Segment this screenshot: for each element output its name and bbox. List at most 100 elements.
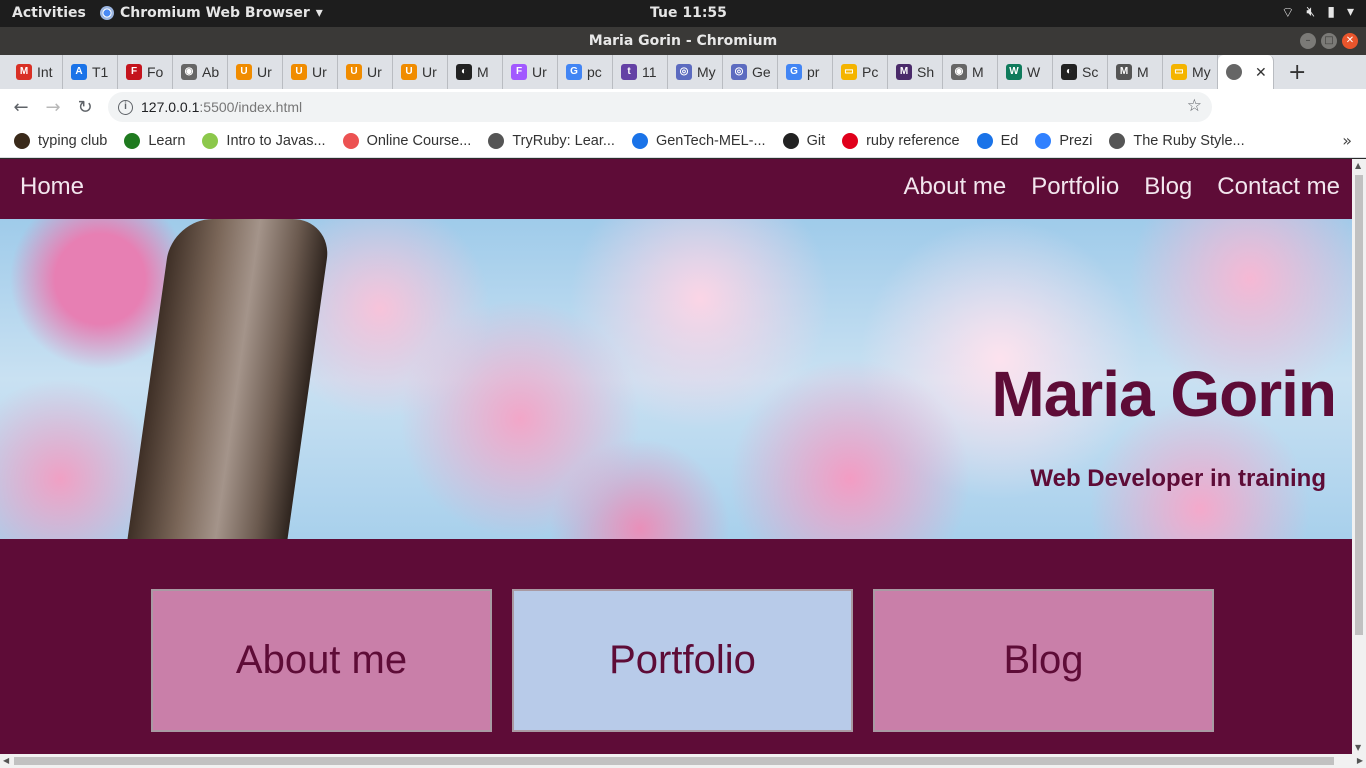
nav-blog-link[interactable]: Blog (1144, 173, 1192, 201)
close-window-icon[interactable]: ✕ (1342, 33, 1358, 49)
tab[interactable]: WW (998, 55, 1053, 89)
tab[interactable]: Gpc (558, 55, 613, 89)
site-info-icon[interactable]: i (118, 99, 133, 115)
udacity-icon: U (291, 64, 307, 80)
tab-label: M (477, 64, 489, 80)
tab[interactable]: A T1 (63, 55, 118, 89)
back-button[interactable]: ← (5, 97, 37, 118)
slides-icon: ▭ (1171, 64, 1187, 80)
tab-label: Int (37, 64, 53, 80)
tab[interactable]: t 11 (613, 55, 668, 89)
new-tab-icon[interactable]: + (1288, 60, 1306, 85)
bookmark-label: Ed (1000, 133, 1019, 149)
app-menu[interactable]: Chromium Web Browser ▾ (100, 5, 323, 21)
bookmark-label: Online Course... (366, 133, 472, 149)
tab[interactable]: ▭ My (1163, 55, 1218, 89)
tab[interactable]: U Ur (338, 55, 393, 89)
tab-strip: M Int A T1 F Fo ◉ Ab U Ur U Ur U Ur U Ur ◐ M F Ur Gpc t 11 ◎ My ◎… (0, 55, 1366, 89)
nav-links: About me Portfolio Blog Contact me (903, 173, 1340, 201)
bookmark-item[interactable]: The Ruby Style... (1109, 133, 1245, 149)
slides-icon: ▭ (841, 64, 857, 80)
chromium-icon (100, 6, 114, 20)
tab[interactable]: M Sh (888, 55, 943, 89)
nav-contact-link[interactable]: Contact me (1217, 173, 1340, 201)
tab[interactable]: ◐ M (448, 55, 503, 89)
tab[interactable]: MM (1108, 55, 1163, 89)
flag-icon: F (126, 64, 142, 80)
scroll-down-icon[interactable]: ▼ (1355, 743, 1361, 752)
browser-toolbar: ← → ↻ i 127.0.0.1:5500/index.html ☆ ✎ ▣ … (0, 89, 1366, 206)
reload-button[interactable]: ↻ (69, 97, 101, 118)
bookmark-label: TryRuby: Lear... (512, 133, 615, 149)
vertical-scroll-thumb[interactable] (1355, 175, 1363, 635)
system-top-bar: Activities Chromium Web Browser ▾ Tue 11… (0, 0, 1366, 27)
globe-icon (488, 133, 505, 149)
app-icon (976, 133, 993, 149)
tab[interactable]: ▭ Pc (833, 55, 888, 89)
tab[interactable]: ◉ M (943, 55, 998, 89)
nav-portfolio-link[interactable]: Portfolio (1031, 173, 1119, 201)
tab[interactable]: U Ur (393, 55, 448, 89)
bookmark-star-icon[interactable]: ☆ (1187, 96, 1202, 116)
tab[interactable]: U Ur (228, 55, 283, 89)
tab-label: My (1192, 64, 1211, 80)
github-icon (782, 133, 799, 149)
globe-icon: ◉ (181, 64, 197, 80)
scroll-left-icon[interactable]: ◀ (3, 756, 9, 765)
battery-icon: ▮ (1327, 4, 1335, 20)
scroll-up-icon[interactable]: ▲ (1355, 161, 1361, 170)
url-host: 127.0.0.1 (141, 99, 200, 115)
tab-label: Ur (422, 64, 437, 80)
vertical-scrollbar[interactable]: ▲ ▼ (1352, 159, 1366, 754)
globe-icon (1109, 133, 1126, 149)
bookmarks-overflow-icon[interactable]: » (1342, 131, 1352, 150)
tab-active[interactable]: ✕ (1218, 55, 1274, 89)
nav-home-link[interactable]: Home (20, 173, 84, 201)
tray-menu-icon: ▾ (1346, 4, 1354, 20)
bookmark-item[interactable]: TryRuby: Lear... (488, 133, 615, 149)
caret-down-icon: ▾ (315, 5, 323, 21)
tab[interactable]: ◎ My (668, 55, 723, 89)
minimize-icon[interactable]: – (1300, 33, 1316, 49)
nav-about-link[interactable]: About me (903, 173, 1006, 201)
close-tab-icon[interactable]: ✕ (1255, 64, 1267, 81)
udemy-icon (342, 133, 359, 149)
bookmark-item[interactable]: Intro to Javas... (202, 133, 326, 149)
bookmark-item[interactable]: ruby reference (842, 133, 960, 149)
window-title: Maria Gorin - Chromium (0, 27, 1366, 55)
clock[interactable]: Tue 11:55 (650, 5, 727, 21)
horizontal-scroll-thumb[interactable] (14, 757, 1334, 765)
bookmark-item[interactable]: GenTech-MEL-... (631, 133, 766, 149)
bookmark-item[interactable]: Ed (976, 133, 1019, 149)
maximize-icon[interactable]: □ (1321, 33, 1337, 49)
bookmark-item[interactable]: Prezi (1035, 133, 1092, 149)
horizontal-scrollbar[interactable]: ◀ ▶ (0, 754, 1366, 768)
tab[interactable]: U Ur (283, 55, 338, 89)
bookmark-label: ruby reference (866, 133, 960, 149)
bookmark-item[interactable]: Learn (124, 133, 185, 149)
bookmark-label: Learn (148, 133, 186, 149)
system-tray[interactable]: ⌔ 🔇︎ ▮ ▾ (1281, 4, 1354, 22)
activities-button[interactable]: Activities (12, 5, 86, 21)
card-blog[interactable]: Blog (873, 589, 1214, 732)
card-about-me[interactable]: About me (151, 589, 492, 732)
tab-label: T1 (92, 64, 109, 80)
tab[interactable]: Gpr (778, 55, 833, 89)
prezi-icon (1035, 133, 1052, 149)
tab[interactable]: ◐ Sc (1053, 55, 1108, 89)
card-portfolio[interactable]: Portfolio (512, 589, 853, 732)
bookmark-item[interactable]: typing club (14, 133, 107, 149)
hero-title: Maria Gorin (991, 358, 1337, 430)
tab[interactable]: F Fo (118, 55, 173, 89)
tab[interactable]: ◉ Ab (173, 55, 228, 89)
tab[interactable]: ◎ Ge (723, 55, 778, 89)
address-bar[interactable]: i 127.0.0.1:5500/index.html ☆ (108, 92, 1212, 122)
bookmark-item[interactable]: Git (782, 133, 825, 149)
forward-button[interactable]: → (37, 97, 69, 118)
tab[interactable]: F Ur (503, 55, 558, 89)
app-icon (631, 133, 648, 149)
bookmark-item[interactable]: Online Course... (342, 133, 472, 149)
tab[interactable]: M Int (8, 55, 63, 89)
tab-label: W (1027, 64, 1041, 80)
scroll-right-icon[interactable]: ▶ (1357, 756, 1363, 765)
